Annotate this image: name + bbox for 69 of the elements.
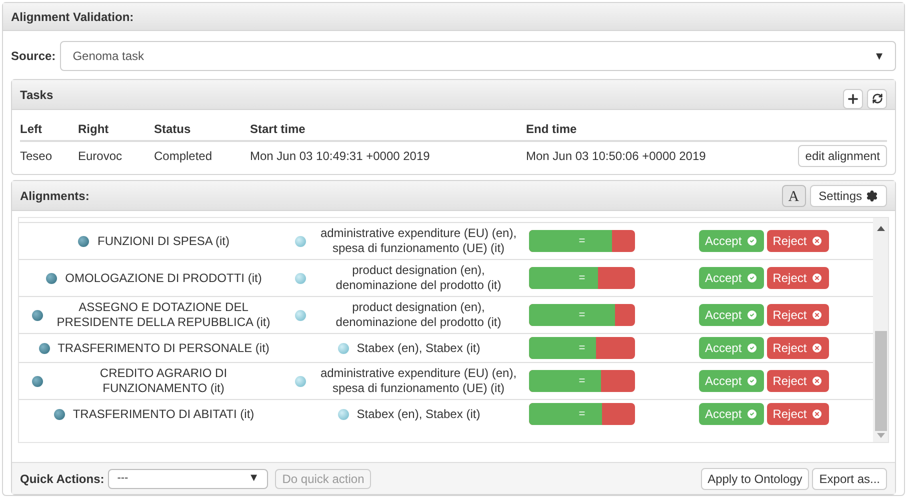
column-header: Status (154, 122, 191, 136)
target-concept: Stabex (en), Stabex (it) (356, 406, 480, 422)
reject-button[interactable]: Reject (766, 230, 829, 252)
source-concept: TRASFERIMENTO DI PERSONALE (it) (58, 340, 270, 356)
table-cell: Eurovoc (78, 149, 122, 163)
accept-button[interactable]: Accept (699, 304, 764, 326)
gear-icon (866, 190, 878, 202)
column-header: Start time (250, 122, 306, 136)
source-concept: ASSEGNO E DOTAZIONE DEL PRESIDENTE DELLA REPUBBLICA (it) (56, 300, 272, 330)
accept-button[interactable]: Accept (699, 403, 764, 425)
check-icon (746, 408, 758, 420)
confidence-bar: = (529, 230, 635, 252)
source-concept: FUNZIONI DI SPESA (it) (97, 234, 230, 248)
refresh-icon[interactable] (867, 88, 887, 108)
column-header: Left (20, 122, 42, 136)
table-cell: Teseo (20, 149, 52, 163)
accept-button[interactable]: Accept (699, 230, 764, 252)
accept-button[interactable]: Accept (699, 337, 764, 359)
x-icon (810, 309, 823, 321)
source-concept: OMOLOGAZIONE DI PRODOTTI (it) (65, 270, 262, 286)
column-header: End time (526, 122, 577, 136)
target-concept: administrative expenditure (EU) (en), spesa di funzionamento (UE) (it) (319, 226, 518, 256)
check-icon (746, 272, 758, 284)
table-cell: Mon Jun 03 10:50:06 +0000 2019 (526, 149, 706, 163)
add-icon[interactable] (843, 88, 863, 108)
reject-button[interactable]: Reject (766, 370, 829, 392)
accept-button[interactable]: Accept (699, 370, 764, 392)
reject-button[interactable]: Reject (766, 304, 829, 326)
quick-actions-select[interactable]: --- ▼ (108, 468, 268, 488)
x-icon (810, 375, 823, 387)
accept-button[interactable]: Accept (699, 267, 764, 289)
quick-actions-label: Quick Actions: (20, 470, 104, 488)
alignments-title: Alignments: (20, 188, 90, 204)
source-select[interactable]: Genoma task ▾ (60, 41, 896, 71)
reject-button[interactable]: Reject (766, 403, 829, 425)
target-concept: product designation (en), denominazione del prodotto (it) (334, 300, 502, 330)
scrollbar[interactable] (873, 218, 888, 442)
table-cell: Mon Jun 03 10:49:31 +0000 2019 (250, 149, 430, 163)
source-concept: TRASFERIMENTO DI ABITATI (it) (72, 406, 254, 422)
x-icon (810, 408, 823, 420)
x-icon (810, 342, 823, 354)
edit-alignment-button[interactable]: edit alignment (798, 145, 887, 167)
check-icon (746, 235, 758, 247)
target-concept: product designation (en), denominazione del prodotto (it) (334, 263, 502, 293)
scroll-up-icon[interactable] (876, 226, 884, 231)
confidence-bar: = (529, 304, 635, 326)
table-cell: Completed (154, 149, 212, 163)
font-button[interactable]: A (782, 184, 806, 206)
target-concept: administrative expenditure (EU) (en), spesa di funzionamento (UE) (it) (319, 366, 518, 396)
confidence-bar: = (529, 337, 635, 359)
footer-button[interactable]: Export as... (812, 468, 887, 490)
target-concept: Stabex (en), Stabex (it) (356, 340, 480, 356)
source-label: Source: (11, 48, 56, 65)
column-header: Right (78, 122, 109, 136)
confidence-bar: = (529, 267, 635, 289)
confidence-bar: = (529, 403, 635, 425)
reject-button[interactable]: Reject (766, 337, 829, 359)
confidence-bar: = (529, 370, 635, 392)
check-icon (746, 342, 758, 354)
source-concept: CREDITO AGRARIO DI FUNZIONAMENTO (it) (98, 366, 228, 396)
settings-button[interactable]: Settings (810, 184, 887, 206)
x-icon (810, 272, 823, 284)
check-icon (746, 375, 758, 387)
panel-title: Alignment Validation: (11, 8, 134, 26)
check-icon (746, 309, 758, 321)
footer-button[interactable]: Apply to Ontology (700, 468, 810, 490)
reject-button[interactable]: Reject (766, 267, 829, 289)
tasks-title: Tasks (20, 86, 54, 104)
x-icon (810, 235, 823, 247)
